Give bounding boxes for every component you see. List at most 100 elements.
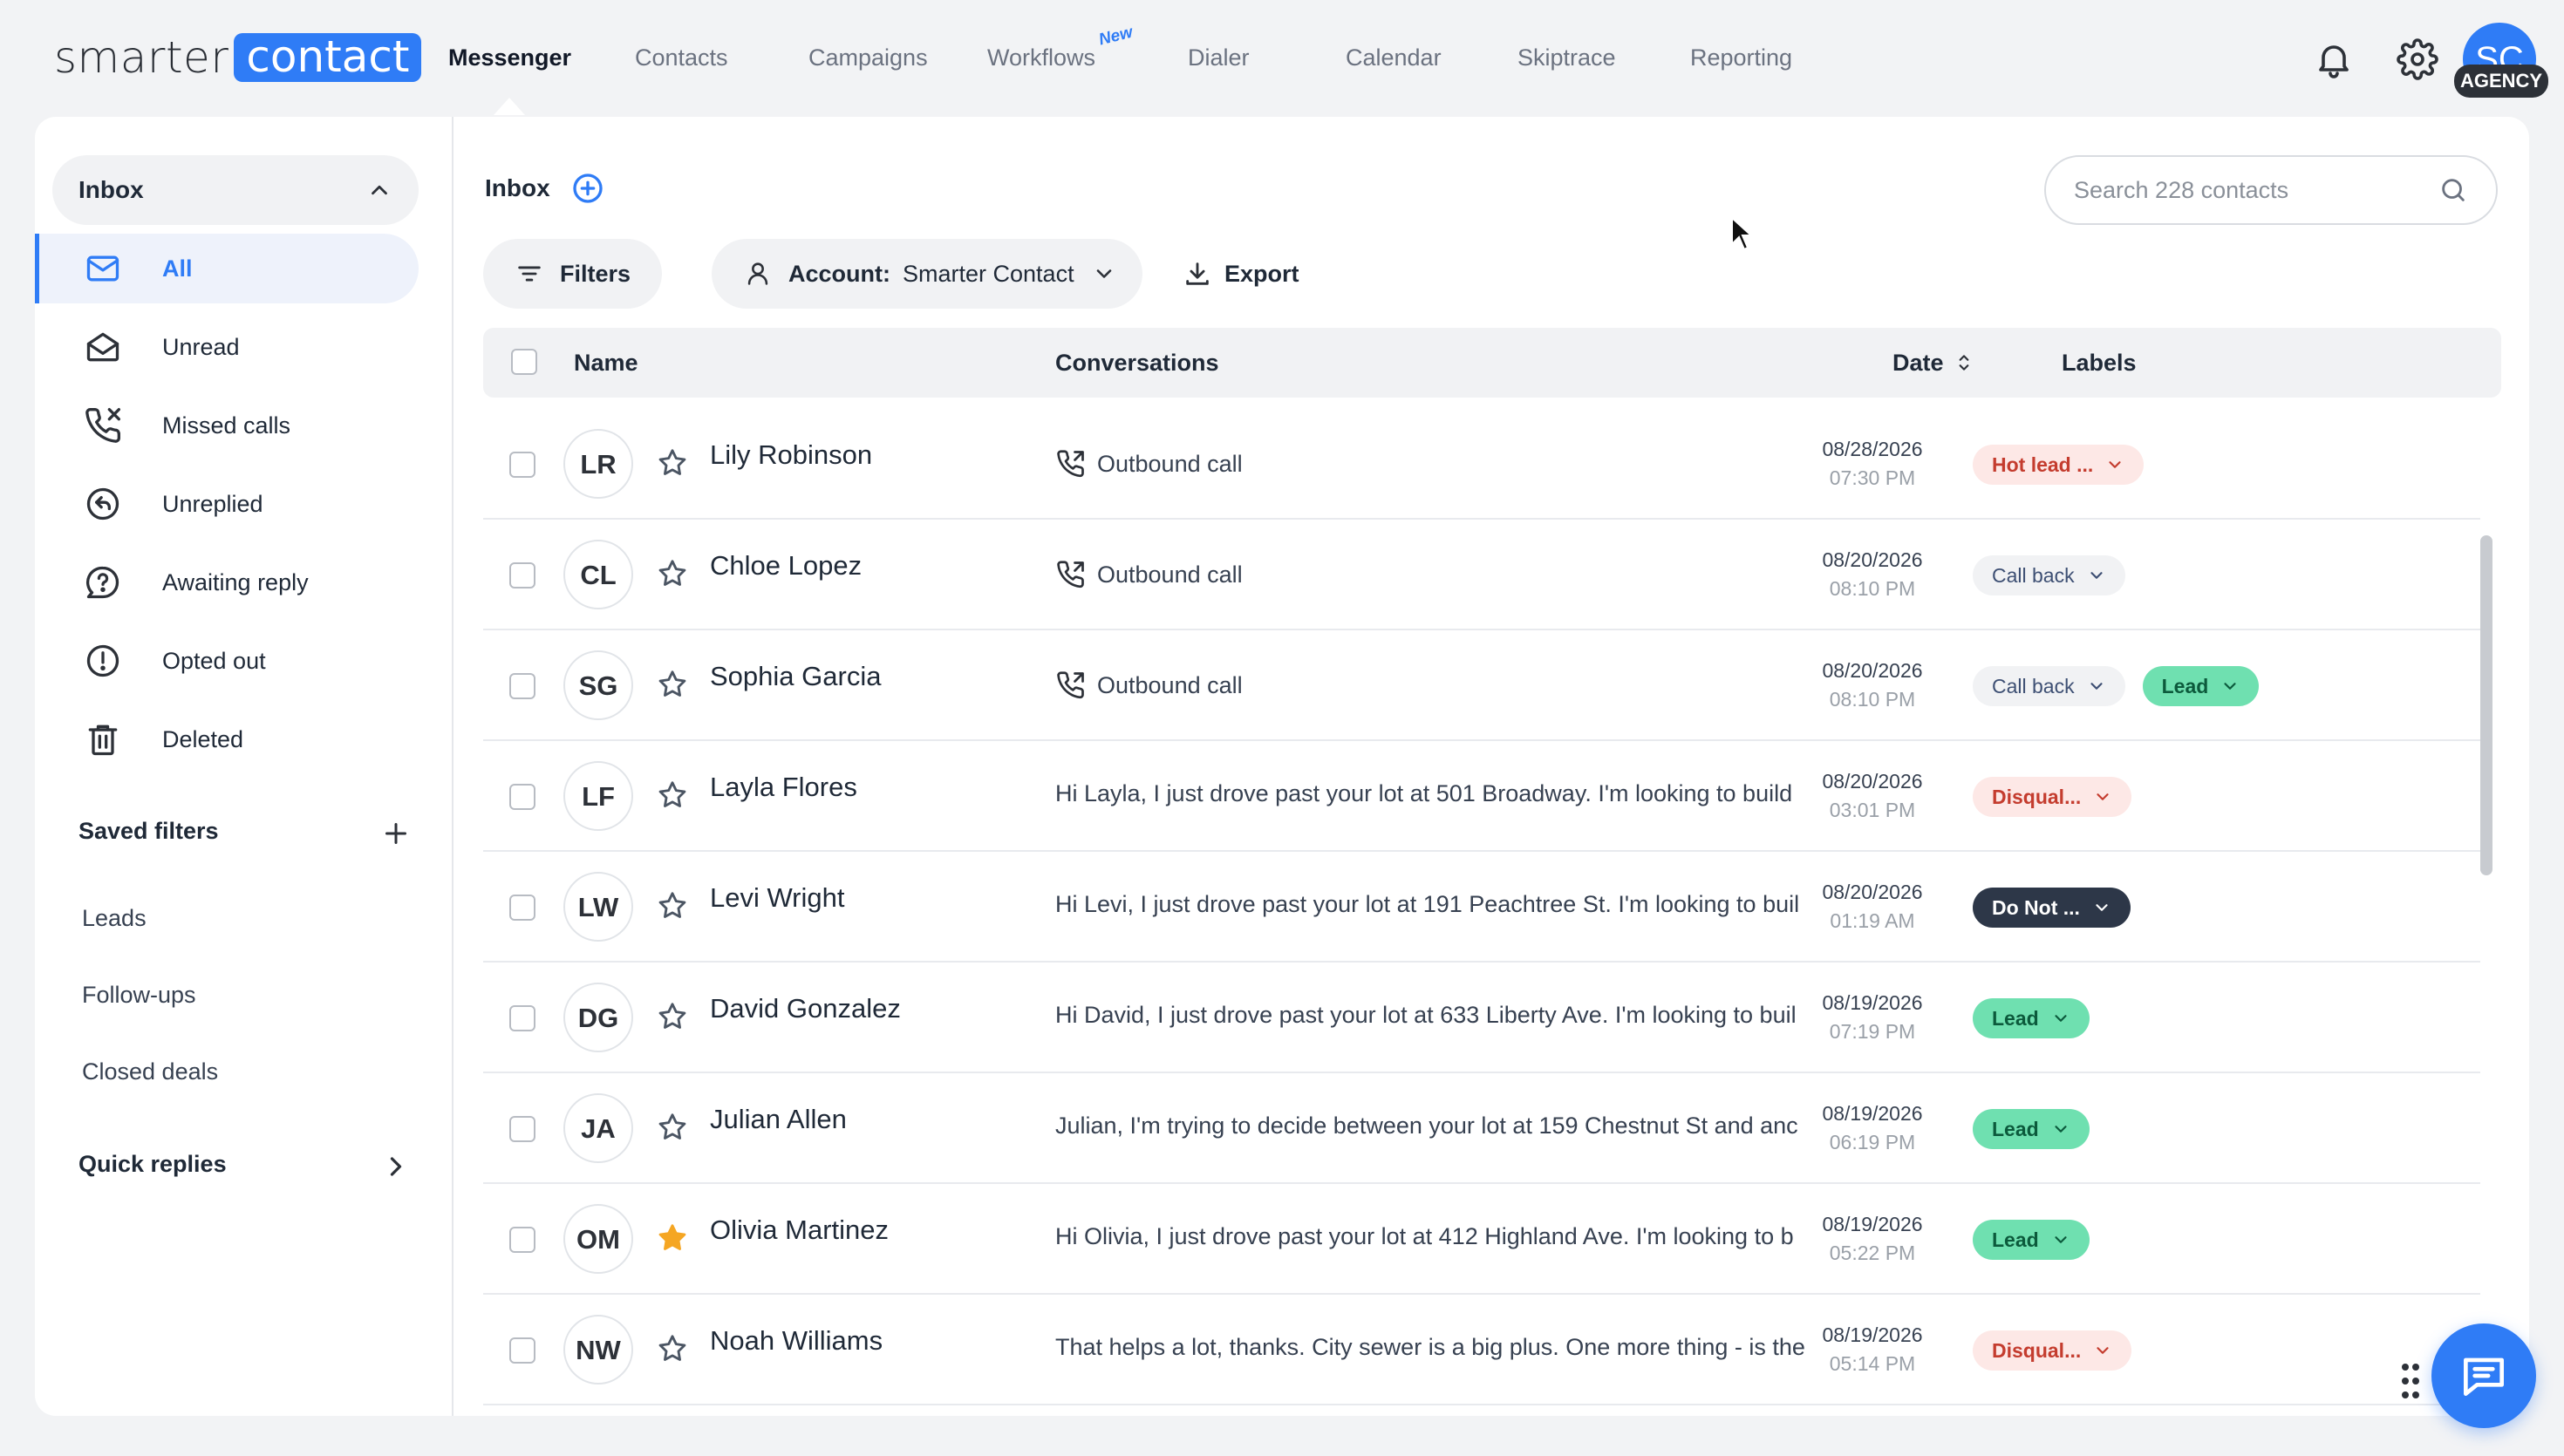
label-chip[interactable]: Lead [1973,1109,2090,1149]
sidebar-item-deleted[interactable]: Deleted [35,704,419,774]
column-name[interactable]: Name [574,328,638,398]
star-icon[interactable] [656,557,689,590]
row-checkbox[interactable] [509,673,535,699]
star-icon[interactable] [656,1111,689,1144]
conversation-preview[interactable]: Outbound call [1055,670,1816,701]
bell-icon[interactable] [2313,38,2355,80]
contact-name[interactable]: Chloe Lopez [710,550,862,582]
table-row[interactable]: LW Levi Wright Hi Levi, I just drove past … [483,853,2480,963]
inbox-dropdown[interactable]: Inbox [52,155,419,225]
nav-reporting[interactable]: Reporting [1690,38,1812,77]
label-chip[interactable]: Lead [1973,998,2090,1038]
sidebar-item-unread[interactable]: Unread [35,312,419,382]
conversation-preview[interactable]: Outbound call [1055,448,1816,480]
sidebar-item-missed-calls[interactable]: Missed calls [35,391,419,460]
label-chip[interactable]: Hot lead ... [1973,445,2145,485]
star-icon[interactable] [656,446,689,480]
row-checkbox[interactable] [509,562,535,589]
add-circle-icon[interactable] [570,171,605,206]
contact-name[interactable]: Sophia Garcia [710,661,881,692]
label-chip[interactable]: Lead [1973,1220,2090,1260]
conversation-preview[interactable]: Julian, I'm trying to decide between you… [1055,1112,1816,1140]
column-date[interactable]: Date [1892,328,1975,398]
contact-name[interactable]: Noah Williams [710,1325,883,1357]
label-chip[interactable]: Do Not ... [1973,888,2131,928]
table-row[interactable]: NW Noah Williams That helps a lot, thanks.… [483,1296,2480,1405]
conversation-preview[interactable]: Hi Layla, I just drove past your lot at … [1055,780,1816,807]
contact-name[interactable]: Olivia Martinez [710,1214,889,1246]
sidebar-item-opted-out[interactable]: Opted out [35,626,419,696]
contact-avatar[interactable]: NW [563,1315,633,1385]
label-chip[interactable]: Lead [2142,666,2260,706]
search-box[interactable] [2044,155,2498,225]
saved-filter-leads[interactable]: Leads [82,905,147,932]
nav-campaigns[interactable]: Campaigns [808,38,987,77]
label-chip[interactable]: Call back [1973,555,2125,595]
table-row[interactable]: LR Lily Robinson Outbound call 08/28/2026 07… [483,410,2480,520]
contact-name[interactable]: Lily Robinson [710,439,872,471]
star-icon[interactable] [656,889,689,922]
export-button[interactable]: Export [1183,239,1299,309]
select-all-checkbox[interactable] [511,349,537,375]
contact-name[interactable]: David Gonzalez [710,993,901,1024]
table-row[interactable]: SG Sophia Garcia Outbound call 08/20/2026 08… [483,631,2480,741]
nav-messenger[interactable]: Messenger [448,38,635,77]
chat-widget-button[interactable] [2431,1323,2536,1428]
contact-avatar[interactable]: DG [563,983,633,1052]
table-row[interactable]: CL Chloe Lopez Outbound call 08/20/2026 08:1… [483,520,2480,630]
row-checkbox[interactable] [509,784,535,810]
table-row[interactable]: DG David Gonzalez Hi David, I just drove p… [483,963,2480,1073]
nav-dialer[interactable]: Dialer [1188,38,1346,77]
quick-replies-heading[interactable]: Quick replies [78,1151,227,1178]
nav-skiptrace[interactable]: Skiptrace [1517,38,1690,77]
conversation-preview[interactable]: That helps a lot, thanks. City sewer is … [1055,1334,1816,1361]
saved-filter-closed-deals[interactable]: Closed deals [82,1058,218,1085]
nav-calendar[interactable]: Calendar [1346,38,1517,77]
row-checkbox[interactable] [509,452,535,478]
account-selector[interactable]: Account: Smarter Contact [712,239,1142,309]
logo[interactable]: smarter contact [54,32,422,83]
contact-avatar[interactable]: CL [563,540,633,609]
conversation-preview[interactable]: Outbound call [1055,559,1816,590]
drag-handle-icon[interactable] [2400,1362,2421,1400]
conversation-preview[interactable]: Hi Levi, I just drove past your lot at 1… [1055,891,1816,918]
contact-avatar[interactable]: LR [563,429,633,499]
label-chip[interactable]: Disqual... [1973,1330,2132,1371]
contact-name[interactable]: Levi Wright [710,882,845,914]
add-saved-filter-icon[interactable] [380,818,412,849]
row-checkbox[interactable] [509,1227,535,1253]
nav-contacts[interactable]: Contacts [635,38,808,77]
contact-name[interactable]: Layla Flores [710,772,857,803]
sidebar-item-unreplied[interactable]: Unreplied [35,469,419,539]
sidebar-item-awaiting-reply[interactable]: Awaiting reply [35,548,419,617]
conversation-preview[interactable]: Hi Olivia, I just drove past your lot at… [1055,1223,1816,1250]
contact-avatar[interactable]: OM [563,1204,633,1274]
row-checkbox[interactable] [509,1116,535,1142]
chevron-right-icon[interactable] [380,1151,412,1182]
nav-workflows[interactable]: Workflows New [987,24,1188,77]
table-row[interactable]: JA Julian Allen Julian, I'm trying to deci… [483,1074,2480,1184]
contact-name[interactable]: Julian Allen [710,1104,847,1135]
contact-avatar[interactable]: SG [563,650,633,720]
gear-icon[interactable] [2397,38,2438,80]
saved-filter-follow-ups[interactable]: Follow-ups [82,982,196,1009]
label-chip[interactable]: Call back [1973,666,2125,706]
contact-avatar[interactable]: JA [563,1093,633,1163]
scrollbar-thumb[interactable] [2480,535,2492,875]
star-icon[interactable] [656,1221,689,1255]
row-checkbox[interactable] [509,895,535,921]
contact-avatar[interactable]: LW [563,872,633,942]
contact-avatar[interactable]: LF [563,761,633,831]
row-checkbox[interactable] [509,1005,535,1031]
scrollbar[interactable] [2480,413,2492,1416]
conversation-preview[interactable]: Hi David, I just drove past your lot at … [1055,1002,1816,1029]
row-checkbox[interactable] [509,1337,535,1364]
star-icon[interactable] [656,668,689,701]
star-icon[interactable] [656,1000,689,1033]
table-row[interactable]: OM Olivia Martinez Hi Olivia, I just drove… [483,1185,2480,1295]
filters-button[interactable]: Filters [483,239,663,309]
sidebar-item-all[interactable]: All [35,234,419,303]
search-input[interactable] [2074,176,2438,204]
label-chip[interactable]: Disqual... [1973,777,2132,817]
star-icon[interactable] [656,1332,689,1365]
